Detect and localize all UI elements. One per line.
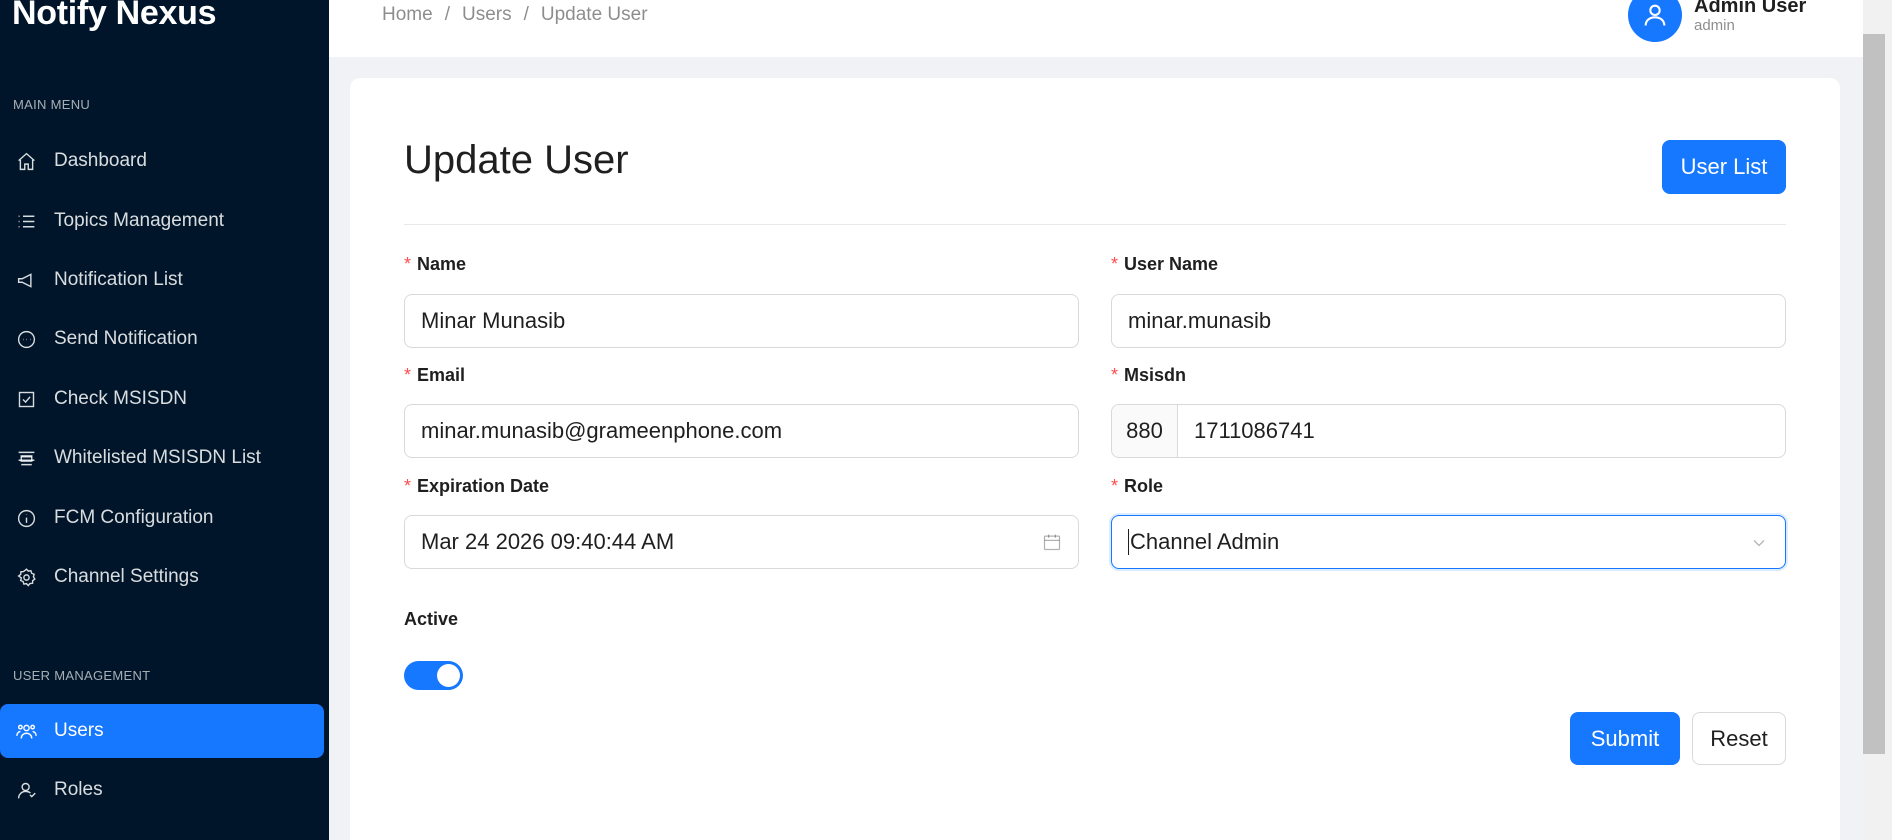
sidebar-item-label: Dashboard <box>54 150 147 171</box>
name-input[interactable]: Minar Munasib <box>404 294 1079 348</box>
page-scrollbar[interactable] <box>1863 0 1892 840</box>
text-cursor <box>1128 529 1129 555</box>
submit-button[interactable]: Submit <box>1570 712 1680 765</box>
sidebar-item-label: Whitelisted MSISDN List <box>54 447 261 468</box>
calendar-icon[interactable] <box>1042 532 1062 552</box>
home-icon <box>14 149 38 173</box>
breadcrumb-separator: / <box>523 4 529 25</box>
breadcrumb-users[interactable]: Users <box>462 4 512 26</box>
avatar[interactable] <box>1628 0 1682 42</box>
expiration-date-picker[interactable]: Mar 24 2026 09:40:44 AM <box>404 515 1079 569</box>
divider <box>404 224 1786 225</box>
users-icon <box>14 719 38 743</box>
msisdn-input[interactable]: 1711086741 <box>1194 418 1315 444</box>
msisdn-field: 880 1711086741 <box>1111 404 1786 458</box>
user-role: admin <box>1694 17 1735 34</box>
sidebar-item-label: Roles <box>54 779 103 800</box>
sidebar-item-label: Topics Management <box>54 210 225 231</box>
breadcrumb-separator: / <box>444 4 450 25</box>
expiration-date-label: * Expiration Date <box>404 476 550 496</box>
user-icon <box>14 778 38 802</box>
sidebar-item-fcm-configuration[interactable]: FCM Configuration <box>0 491 324 545</box>
email-label: * Email <box>404 365 466 385</box>
sidebar-item-dashboard[interactable]: Dashboard <box>0 134 324 188</box>
reset-button[interactable]: Reset <box>1692 712 1786 765</box>
update-user-card: Update User User List * Name Minar Munasi… <box>350 78 1840 840</box>
expiration-date-value: Mar 24 2026 09:40:44 AM <box>421 529 675 554</box>
toggle-knob <box>437 664 460 687</box>
role-label: * Role <box>1111 476 1164 496</box>
message-icon <box>14 327 38 351</box>
sidebar-item-label: Send Notification <box>54 328 198 349</box>
sidebar-item-label: FCM Configuration <box>54 507 214 528</box>
role-select[interactable]: Channel Admin <box>1111 515 1786 569</box>
megaphone-icon <box>14 268 38 292</box>
chevron-down-icon <box>1749 533 1769 553</box>
sidebar-item-roles[interactable]: Roles <box>0 763 324 817</box>
sidebar-item-label: Notification List <box>54 269 183 290</box>
user-name: Admin User <box>1694 0 1807 17</box>
role-selected-value: Channel Admin <box>1130 529 1280 554</box>
menu-group-user-management: USER MANAGEMENT <box>13 668 151 683</box>
breadcrumb-home[interactable]: Home <box>382 4 433 26</box>
username-input[interactable]: minar.munasib <box>1111 294 1786 348</box>
sidebar-item-label: Check MSISDN <box>54 388 188 409</box>
gear-icon <box>14 565 38 589</box>
email-input[interactable]: minar.munasib@grameenphone.com <box>404 404 1079 458</box>
breadcrumb: Home / Users / Update User <box>382 4 648 26</box>
sidebar-item-users[interactable]: Users <box>0 704 324 758</box>
user-list-button[interactable]: User List <box>1662 140 1786 194</box>
align-icon <box>14 446 38 470</box>
sidebar-item-send-notification[interactable]: Send Notification <box>0 312 324 366</box>
app-logo-text: Notify Nexus <box>12 0 217 32</box>
sidebar-item-topics-management[interactable]: Topics Management <box>0 194 324 248</box>
sidebar-item-notification-list[interactable]: Notification List <box>0 253 324 307</box>
page-title: Update User <box>404 138 629 182</box>
active-label: Active <box>404 609 459 629</box>
user-avatar-icon <box>1644 4 1666 26</box>
name-label: * Name <box>404 254 467 274</box>
username-label: * User Name <box>1111 254 1219 274</box>
msisdn-label: * Msisdn <box>1111 365 1187 385</box>
user-menu[interactable]: Admin User admin <box>1628 0 1806 42</box>
breadcrumb-current: Update User <box>540 4 648 25</box>
scrollbar-thumb[interactable] <box>1863 34 1885 754</box>
sidebar-item-channel-settings[interactable]: Channel Settings <box>0 550 324 604</box>
checkbox-icon <box>14 387 38 411</box>
menu-group-main: MAIN MENU <box>13 97 91 112</box>
msisdn-country-prefix: 880 <box>1112 405 1178 457</box>
active-toggle[interactable] <box>404 661 463 690</box>
sidebar-item-label: Users <box>54 720 104 741</box>
sidebar-item-check-msisdn[interactable]: Check MSISDN <box>0 372 324 426</box>
sidebar-item-whitelisted-msisdn-list[interactable]: Whitelisted MSISDN List <box>0 431 324 485</box>
sidebar: Notify Nexus MAIN MENU Dashboard Topics … <box>0 0 329 840</box>
list-icon <box>14 209 38 233</box>
top-header: Home / Users / Update User Admin User ad… <box>329 0 1863 57</box>
sidebar-item-label: Channel Settings <box>54 566 199 587</box>
info-icon <box>14 506 38 530</box>
